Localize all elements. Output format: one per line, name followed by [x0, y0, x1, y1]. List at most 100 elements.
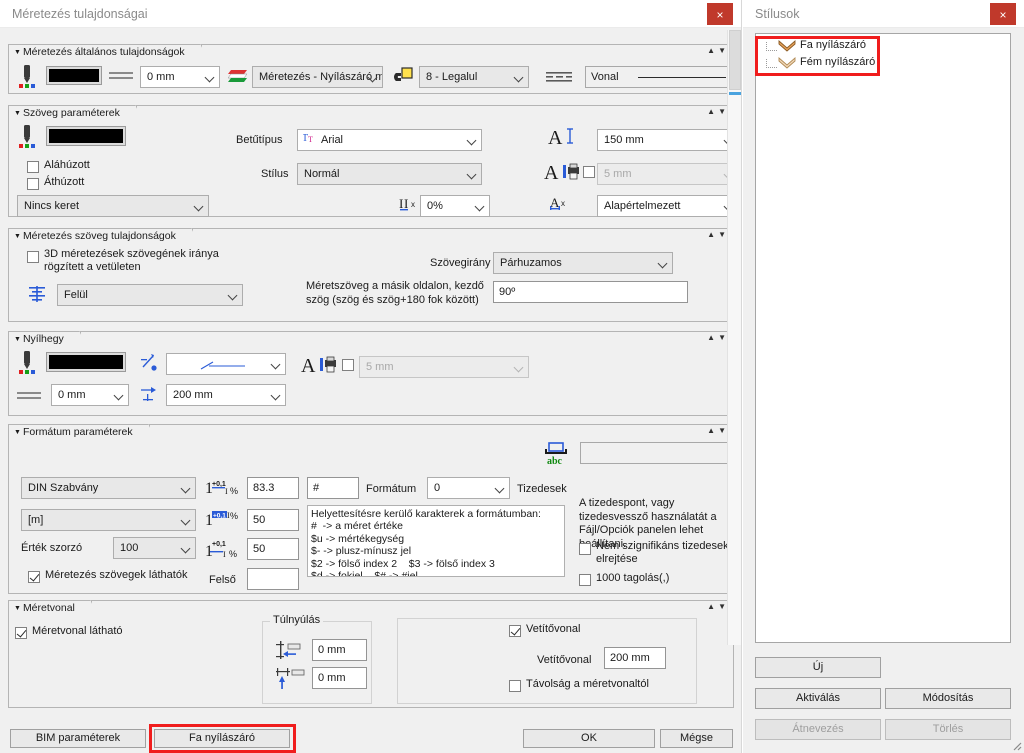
tolerance-lower-input[interactable]: 50	[247, 538, 299, 560]
font-select[interactable]: T T Arial	[297, 129, 482, 151]
overhang-bottom-input[interactable]: 0 mm	[312, 667, 367, 689]
overhang-top-icon	[274, 639, 310, 663]
print-size-select[interactable]: 5 mm	[597, 163, 739, 185]
styles-list[interactable]: Fa nyílászáró Fém nyílászáró	[755, 33, 1011, 643]
overhang-top-input[interactable]: 0 mm	[312, 639, 367, 661]
section-dimension-line-collapse-arrows[interactable]: ▲▼	[707, 602, 729, 611]
dimension-style-select[interactable]: Méretezés - Nyílászáró m	[252, 66, 383, 88]
text-anchor-select[interactable]: Alapértelmezett	[597, 195, 739, 217]
text-color-swatch[interactable]	[47, 127, 125, 145]
font-style-select[interactable]: Normál	[297, 163, 482, 185]
projection-length-label: Vetítővonal	[537, 654, 591, 666]
spacing-select[interactable]: 0%	[420, 195, 490, 217]
tolerance-upper-icon: 1 +0,1 I %	[205, 477, 243, 497]
text-direction-select[interactable]: Párhuzamos	[493, 252, 673, 274]
checkbox-box	[28, 571, 40, 583]
layer-select[interactable]: 8 - Legalul	[419, 66, 529, 88]
bim-parameters-button[interactable]: BIM paraméterek	[10, 729, 146, 748]
section-format-parameters-header[interactable]: ▼Formátum paraméterek	[8, 424, 150, 439]
arrow-color-swatch[interactable]	[47, 353, 125, 371]
section-dimension-line-header[interactable]: ▼Méretvonal	[8, 600, 92, 615]
arrow-marker-select[interactable]	[166, 353, 286, 375]
arrow-style-icon	[778, 39, 796, 53]
tolerance-lower-icon: 1 +0,1 I %	[205, 538, 243, 560]
section-dimension-text: ▼Méretezés szöveg tulajdonságok ▲▼ 3D mé…	[8, 228, 734, 322]
svg-text:+0,1: +0,1	[213, 513, 226, 520]
tolerance-upper-input[interactable]: 83.3	[247, 477, 299, 499]
modify-style-button[interactable]: Módosítás	[885, 688, 1011, 709]
scrollbar-marker	[729, 92, 741, 95]
section-general: ▼Méretezés általános tulajdonságok ▲▼	[8, 44, 734, 94]
arrow-marker-icon	[139, 353, 159, 373]
section-general-header[interactable]: ▼Méretezés általános tulajdonságok	[8, 44, 202, 59]
multiplier-select[interactable]: 100	[113, 537, 196, 559]
print-size-icon: A	[301, 354, 339, 376]
list-item-label: Fém nyílászáró	[800, 56, 875, 68]
checkbox-box	[342, 359, 354, 371]
text-position-select[interactable]: Felül	[57, 284, 243, 306]
format-input[interactable]: #	[307, 477, 359, 499]
standard-select[interactable]: DIN Szabvány	[21, 477, 196, 499]
line-type-select[interactable]: Vonal	[585, 66, 731, 88]
rename-style-button[interactable]: Átnevezés	[755, 719, 881, 740]
format-label: Formátum	[366, 483, 416, 495]
arrow-line-weight-select[interactable]: 0 mm	[51, 384, 129, 406]
section-text-parameters-header[interactable]: ▼Szöveg paraméterek	[8, 105, 137, 120]
layers-icon	[228, 68, 247, 84]
section-arrowhead-header[interactable]: ▼Nyílhegy	[8, 331, 81, 346]
new-style-button[interactable]: Új	[755, 657, 881, 678]
line-preview	[638, 77, 726, 78]
fixed-3d-text-label: 3D méretezések szövegének iránya rögzíte…	[44, 248, 224, 274]
section-general-collapse-arrows[interactable]: ▲▼	[707, 46, 729, 55]
style-label: Stílus	[261, 168, 289, 180]
svg-text:A: A	[544, 162, 559, 183]
upper-input[interactable]	[247, 568, 299, 590]
section-dimension-text-collapse-arrows[interactable]: ▲▼	[707, 230, 729, 239]
print-size-icon: A	[544, 161, 582, 183]
dialog-scrollbar[interactable]	[727, 30, 741, 645]
frame-select[interactable]: Nincs keret	[17, 195, 209, 217]
text-position-icon	[27, 285, 47, 305]
chevron-down-icon: ▼	[14, 429, 21, 436]
wood-opening-style-button[interactable]: Fa nyílászáró	[154, 729, 290, 748]
section-format-parameters-collapse-arrows[interactable]: ▲▼	[707, 426, 729, 435]
section-dimension-text-header[interactable]: ▼Méretezés szöveg tulajdonságok	[8, 228, 193, 243]
activate-style-button[interactable]: Aktiválás	[755, 688, 881, 709]
decimals-select[interactable]: 0	[427, 477, 510, 499]
scrollbar-thumb[interactable]	[729, 30, 741, 90]
styles-title: Stílusok	[755, 7, 799, 21]
underline-label: Aláhúzott	[44, 159, 90, 171]
pen-color-swatch[interactable]	[47, 67, 101, 84]
cancel-button[interactable]: Mégse	[660, 729, 733, 748]
delete-style-button[interactable]: Törlés	[885, 719, 1011, 740]
checkbox-box	[579, 574, 591, 586]
projection-length-input[interactable]: 200 mm	[604, 647, 666, 669]
styles-titlebar: Stílusok ×	[743, 0, 1024, 28]
section-arrowhead-collapse-arrows[interactable]: ▲▼	[707, 333, 729, 342]
resize-grip[interactable]	[1010, 739, 1022, 751]
checkbox-box	[583, 166, 595, 178]
page-title: Méretezés tulajdonságai	[12, 7, 148, 21]
ok-button[interactable]: OK	[523, 729, 655, 748]
svg-text:x: x	[411, 200, 415, 209]
screen-root: Méretezés tulajdonságai × ▼Méretezés ált…	[0, 0, 1024, 753]
section-text-parameters-collapse-arrows[interactable]: ▲▼	[707, 107, 729, 116]
line-type-icon	[546, 71, 572, 83]
checkbox-box	[27, 161, 39, 173]
checkbox-box	[509, 680, 521, 692]
arrow-print-size-select[interactable]: 5 mm	[359, 356, 529, 378]
section-format-parameters: ▼Formátum paraméterek ▲▼ abc DIN Szabván…	[8, 424, 734, 594]
close-icon[interactable]: ×	[707, 3, 733, 25]
font-label: Betűtípus	[236, 134, 282, 146]
arrow-size-select[interactable]: 200 mm	[166, 384, 286, 406]
close-icon[interactable]: ×	[990, 3, 1016, 25]
unit-select[interactable]: [m]	[21, 509, 196, 531]
text-direction-label: Szövegirány	[430, 257, 491, 269]
text-size-select[interactable]: 150 mm	[597, 129, 739, 151]
tolerance-mid-input[interactable]: 50	[247, 509, 299, 531]
prefix-input[interactable]	[580, 442, 730, 464]
text-frame-abc-icon: abc	[542, 439, 570, 465]
line-weight-select[interactable]: 0 mm	[140, 66, 220, 88]
other-side-angle-input[interactable]: 90º	[493, 281, 688, 303]
checkbox-box	[509, 625, 521, 637]
